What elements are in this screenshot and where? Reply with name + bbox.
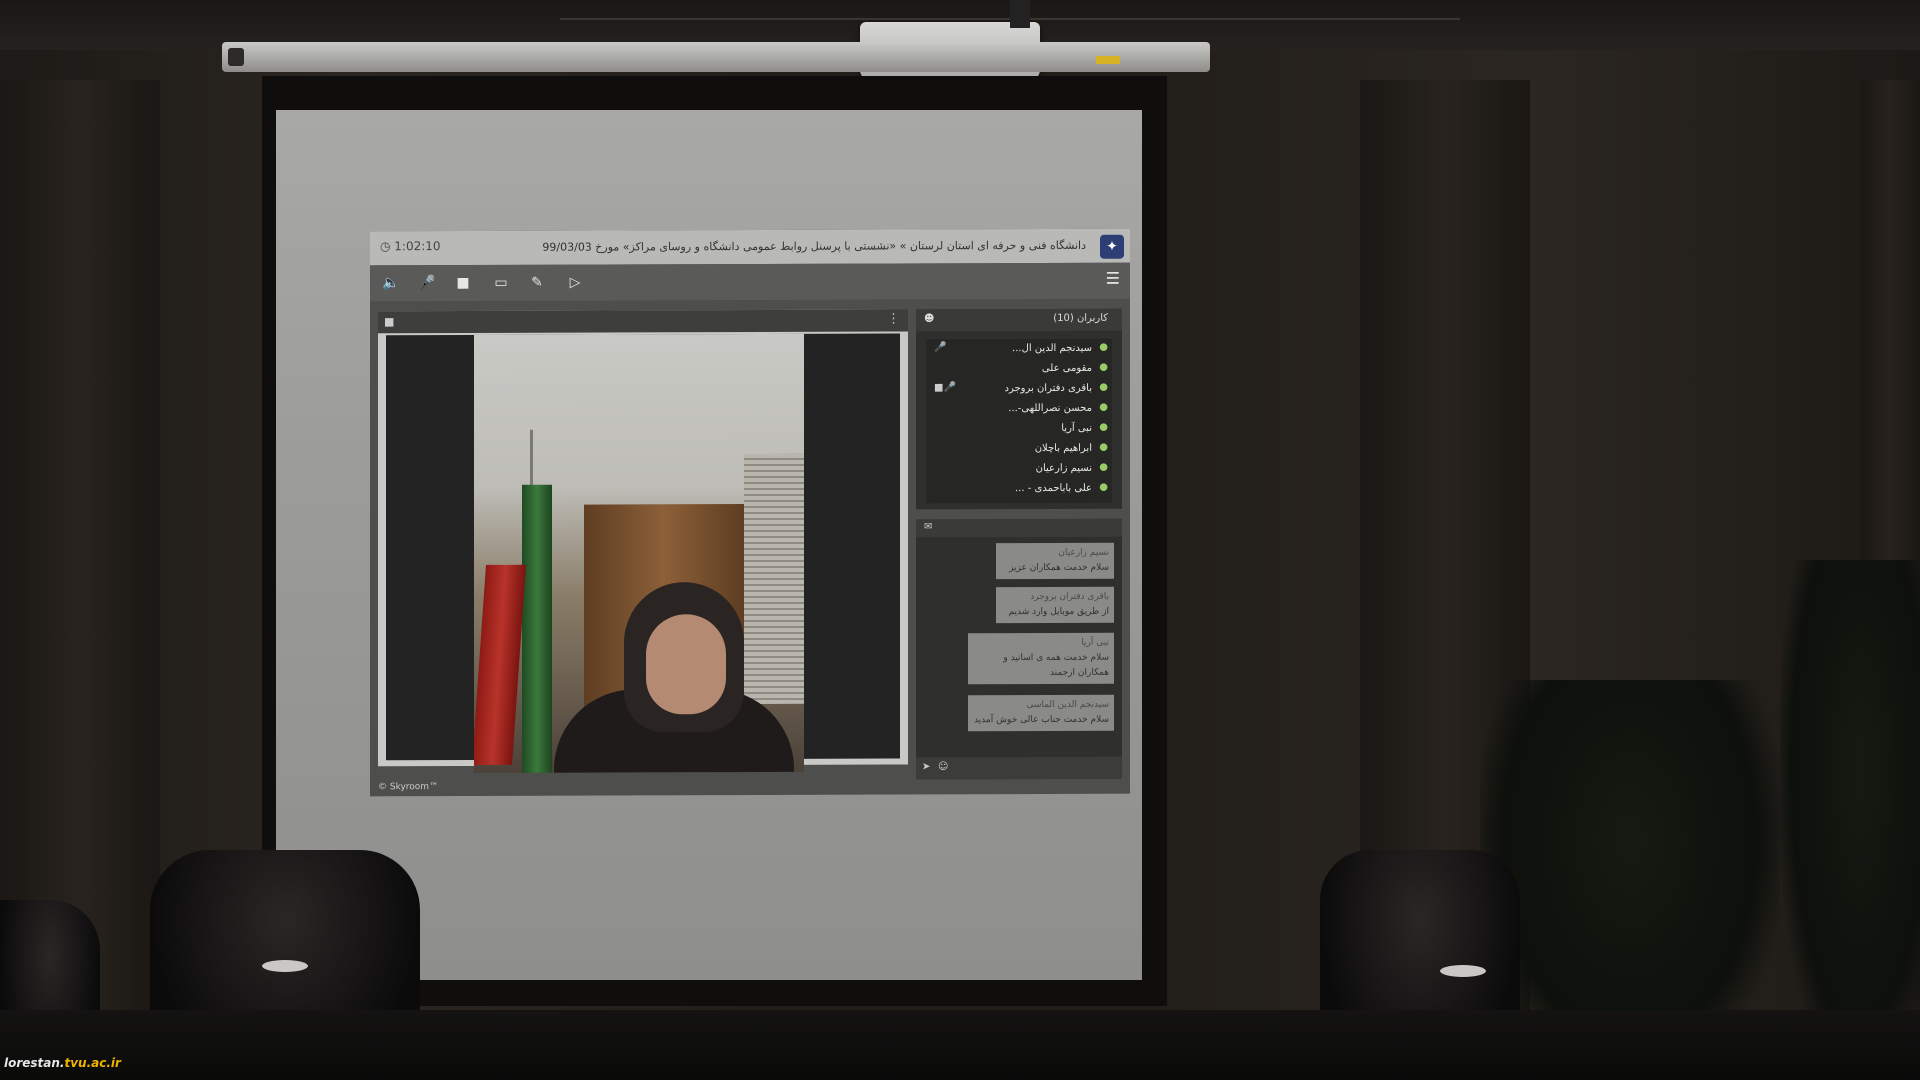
user-row[interactable]: ● نبی آریا [926,419,1112,440]
window-blind [744,453,804,705]
users-list: ● سیدنجم الدین ال... 🎤 ● مقومی علی ● باقری د… [926,338,1112,504]
user-icon: ● [1099,401,1108,413]
chat-text: از طریق موبایل وارد شدیم [1008,606,1109,618]
user-icon: ● [1099,481,1108,493]
video-options-icon[interactable]: ⋮ [887,311,900,326]
chat-text: سلام خدمت همه ی اساتید و همکاران ارجمند [1003,652,1109,678]
chat-panel-header: ✉ [916,518,1122,538]
user-name: محسن نصراللهی-... [1008,402,1092,415]
chat-sender: سیدنجم الدین الماسی [1026,699,1109,711]
app-titlebar: ◷ 1:02:10 دانشگاه فنی و حرفه ای استان لر… [370,228,1130,266]
chat-sender: باقری دفتران بروجرد [1030,591,1109,603]
video-panel: ■ ⋮ [378,309,908,773]
skyroom-app-window: ◷ 1:02:10 دانشگاه فنی و حرفه ای استان لر… [370,228,1130,797]
users-panel-header: ☻ کاربران (10) [916,308,1122,332]
chat-message: سیدنجم الدین الماسی سلام خدمت جناب عالی … [968,694,1114,732]
chat-input-bar[interactable]: ➤ ☺ [916,756,1122,780]
menu-icon[interactable]: ☰ [1106,269,1120,288]
user-icon: ● [1099,381,1108,393]
user-name: علی باباحمدی - ... [1015,482,1092,495]
chat-message: نبی آریا سلام خدمت همه ی اساتید و همکارا… [968,632,1114,685]
users-icon: ☻ [924,313,935,325]
chat-sender: نبی آریا [1081,637,1109,648]
chat-message: باقری دفتران بروجرد از طریق موبایل وارد … [996,586,1114,624]
user-row[interactable]: ● مقومی علی [926,359,1112,380]
chat-sender: نسیم زارعیان [1058,547,1109,558]
users-panel: ☻ کاربران (10) ● سیدنجم الدین ال... 🎤 ● مقو… [916,308,1122,510]
user-name: نبی آریا [1061,422,1092,434]
chat-text: سلام خدمت همکاران عزیز [1009,562,1109,574]
emoji-icon[interactable]: ☺ [938,761,948,772]
user-row[interactable]: ● ابراهیم باچلان [926,439,1112,460]
flag-red [474,564,526,765]
user-row[interactable]: ● محسن نصراللهی-... [926,399,1112,420]
user-row[interactable]: ● علی باباحمدی - ... [926,479,1112,500]
session-timer: ◷ 1:02:10 [380,239,441,254]
user-row[interactable]: ● باقری دفتران بروجرد 🎤■ [926,379,1112,400]
app-footer: © Skyroom™ [378,782,439,793]
speaker-icon[interactable]: 🔈 [378,271,404,295]
chair-knob [262,960,308,972]
chat-message: نسیم زارعیان سلام خدمت همکاران عزیز [996,542,1114,580]
session-timer-value: 1:02:10 [394,239,441,254]
user-icon: ● [1099,421,1108,433]
pen-icon[interactable]: ✎ [524,271,550,295]
screen-housing [222,42,1210,72]
chair-knob [1440,965,1486,977]
potted-plant-right [1780,560,1920,1080]
mic-camera-icon: 🎤■ [934,382,956,394]
skyroom-logo-icon: ✦ [1100,234,1124,259]
user-name: ابراهیم باچلان [1034,442,1092,455]
video-panel-header: ■ ⋮ [378,309,908,334]
screen-housing-cap [228,48,244,66]
watermark-domain-accent: tvu.ac.ir [64,1056,121,1070]
user-name: سیدنجم الدین ال... [1012,342,1092,355]
screen-label-sticker [1096,56,1120,64]
conference-room-photo: ◷ 1:02:10 دانشگاه فنی و حرفه ای استان لر… [0,0,1920,1080]
user-row[interactable]: ● نسیم زارعیان [926,459,1112,480]
user-row[interactable]: ● سیدنجم الدین ال... 🎤 [926,339,1112,360]
send-icon[interactable]: ➤ [922,761,930,772]
user-icon: ● [1099,441,1108,453]
presenter-video-feed [474,333,804,773]
mic-icon: 🎤 [934,342,947,354]
user-name: مقومی علی [1041,362,1092,374]
screen-share-icon[interactable]: ▭ [488,271,514,295]
site-watermark: lorestan.tvu.ac.ir [4,1056,121,1070]
projector-mount [1010,0,1030,28]
session-title: دانشگاه فنی و حرفه ای استان لرستان » «نش… [542,238,1086,254]
user-name: باقری دفتران بروجرد [1004,382,1093,395]
user-name: نسیم زارعیان [1035,462,1092,475]
watermark-domain: lorestan. [4,1056,65,1070]
user-icon: ● [1099,341,1108,353]
present-icon[interactable]: ▷ [562,271,588,295]
mic-muted-icon[interactable]: 🎤 [414,271,440,295]
user-icon: ● [1099,361,1108,373]
chat-panel: ✉ نسیم زارعیان سلام خدمت همکاران عزیز با… [916,518,1122,780]
conference-table [0,1010,1920,1080]
user-icon: ● [1099,461,1108,473]
presenter-face [646,614,726,715]
video-camera-icon: ■ [384,315,395,329]
users-count-label: کاربران (10) [1053,312,1108,324]
flag-green [522,484,552,773]
chat-icon: ✉ [924,521,933,533]
chat-text: سلام خدمت جناب عالی خوش آمدید [973,714,1109,726]
camera-icon[interactable]: ■ [450,271,476,295]
app-toolbar: 🔈 🎤 ■ ▭ ✎ ▷ ☰ [370,262,1130,302]
